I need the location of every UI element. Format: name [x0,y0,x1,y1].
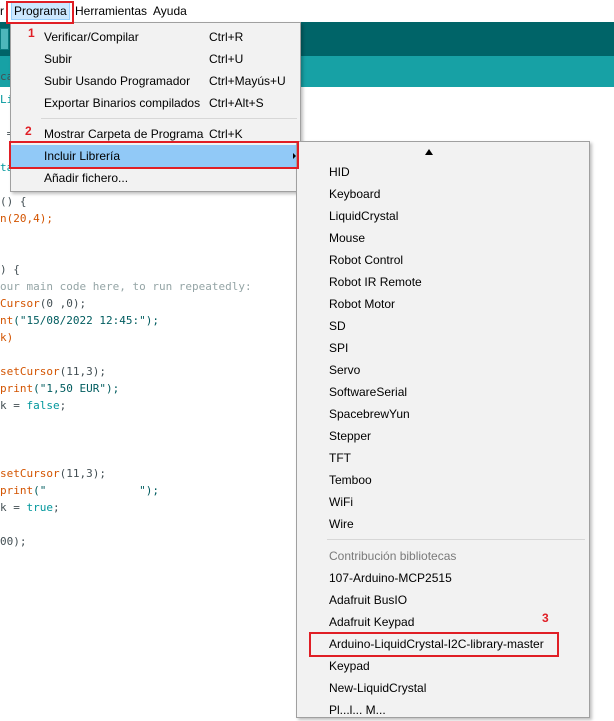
code-token: (11,3); [59,365,106,378]
code-token: true [26,501,54,514]
code-line: print("1,50 EUR"); [0,382,119,396]
code-token: () { [0,195,27,208]
code-line: k = true; [0,501,60,515]
menu-bar: r Programa Herramientas Ayuda [0,0,614,22]
menu-item-subir-programador[interactable]: Subir Usando Programador Ctrl+Mayús+U [11,70,298,92]
code-token: ("1,50 EUR"); [33,382,120,395]
code-token: ("15/08/2022 12:45:"); [13,314,159,327]
menu-item-subir[interactable]: Subir Ctrl+U [11,48,298,70]
contrib-library-item[interactable]: 107-Arduino-MCP2515 [329,567,452,589]
library-item[interactable]: Mouse [329,227,365,249]
code-token: n(20,4); [0,212,53,225]
library-item[interactable]: Robot Motor [329,293,395,315]
annotation-box-programa [6,1,74,24]
code-token: (" "); [33,484,159,497]
library-item[interactable]: SPI [329,337,348,359]
menu-item-label: Exportar Binarios compilados [44,96,201,110]
annotation-box-incluir-libreria [9,141,299,169]
code-line: our main code here, to run repeatedly: [0,280,252,294]
code-token: nt [0,314,14,327]
annotation-number: 3 [542,611,549,625]
code-token: (0 ,0); [39,297,87,310]
code-token: ; [59,399,67,412]
code-token: print [0,484,34,497]
menu-item-shortcut: Ctrl+Alt+S [209,96,264,110]
library-item[interactable]: SD [329,315,346,337]
library-item[interactable]: Wire [329,513,354,535]
submenu-separator [327,539,585,540]
menu-archivo-partial[interactable]: r [0,3,4,19]
code-line: () { [0,195,27,209]
scroll-up-arrow-icon[interactable] [425,149,433,155]
contrib-header: Contribución bibliotecas [329,549,457,563]
library-item[interactable]: SoftwareSerial [329,381,407,403]
code-token: k = [0,399,27,412]
code-token: 00); [0,535,27,548]
code-token: (11,3); [59,467,106,480]
menu-item-label: Añadir fichero... [44,171,129,185]
code-token: print [0,382,34,395]
contrib-library-item[interactable]: New-LiquidCrystal [329,677,426,699]
code-token: Cursor [0,297,40,310]
library-item[interactable]: Keyboard [329,183,380,205]
code-token: k) [0,331,14,344]
library-item[interactable]: Robot Control [329,249,403,271]
code-line: nt("15/08/2022 12:45:"); [0,314,159,328]
menu-ayuda[interactable]: Ayuda [153,3,187,19]
contrib-library-item[interactable]: Pl...l... M... [329,699,386,721]
code-line: Cursor(0 ,0); [0,297,86,311]
annotation-number: 1 [28,26,35,40]
menu-item-shortcut: Ctrl+Mayús+U [209,74,286,88]
library-item[interactable]: Servo [329,359,360,381]
library-item[interactable]: Temboo [329,469,372,491]
library-item[interactable]: SpacebrewYun [329,403,410,425]
library-item[interactable]: Stepper [329,425,371,447]
code-token: setCursor [0,467,60,480]
menu-item-label: Verificar/Compilar [44,30,139,44]
menu-item-verificar[interactable]: Verificar/Compilar Ctrl+R [11,26,298,48]
library-item[interactable]: HID [329,161,350,183]
code-line: print(" "); [0,484,159,498]
code-token: ) { [0,263,20,276]
library-item[interactable]: WiFi [329,491,353,513]
code-token: our main code here, to run repeatedly: [0,280,252,293]
menu-item-label: Subir [44,52,73,66]
code-token: false [26,399,60,412]
menu-separator [41,118,297,119]
menu-item-shortcut: Ctrl+R [209,30,244,44]
menu-item-label: Subir Usando Programador [44,74,191,88]
library-item[interactable]: LiquidCrystal [329,205,398,227]
contrib-library-item[interactable]: Adafruit BusIO [329,589,407,611]
contrib-library-item[interactable]: Adafruit Keypad [329,611,414,633]
code-line: k = false; [0,399,66,413]
code-line: n(20,4); [0,212,53,226]
code-line: 00); [0,535,27,549]
annotation-number: 2 [25,124,32,138]
menu-herramientas[interactable]: Herramientas [75,3,147,19]
contrib-library-item[interactable]: Keypad [329,655,370,677]
code-token: k = [0,501,27,514]
code-token: ; [53,501,60,514]
library-item[interactable]: TFT [329,447,351,469]
code-line: ) { [0,263,20,277]
verify-button-partial[interactable] [0,28,9,50]
code-line: setCursor(11,3); [0,365,106,379]
code-token: setCursor [0,365,60,378]
annotation-box-library [309,632,559,657]
code-line: k) [0,331,13,345]
menu-item-exportar-binarios[interactable]: Exportar Binarios compilados Ctrl+Alt+S [11,92,298,114]
library-item[interactable]: Robot IR Remote [329,271,422,293]
menu-item-shortcut: Ctrl+U [209,52,244,66]
code-line: setCursor(11,3); [0,467,106,481]
menu-item-anadir-fichero[interactable]: Añadir fichero... [11,167,298,189]
